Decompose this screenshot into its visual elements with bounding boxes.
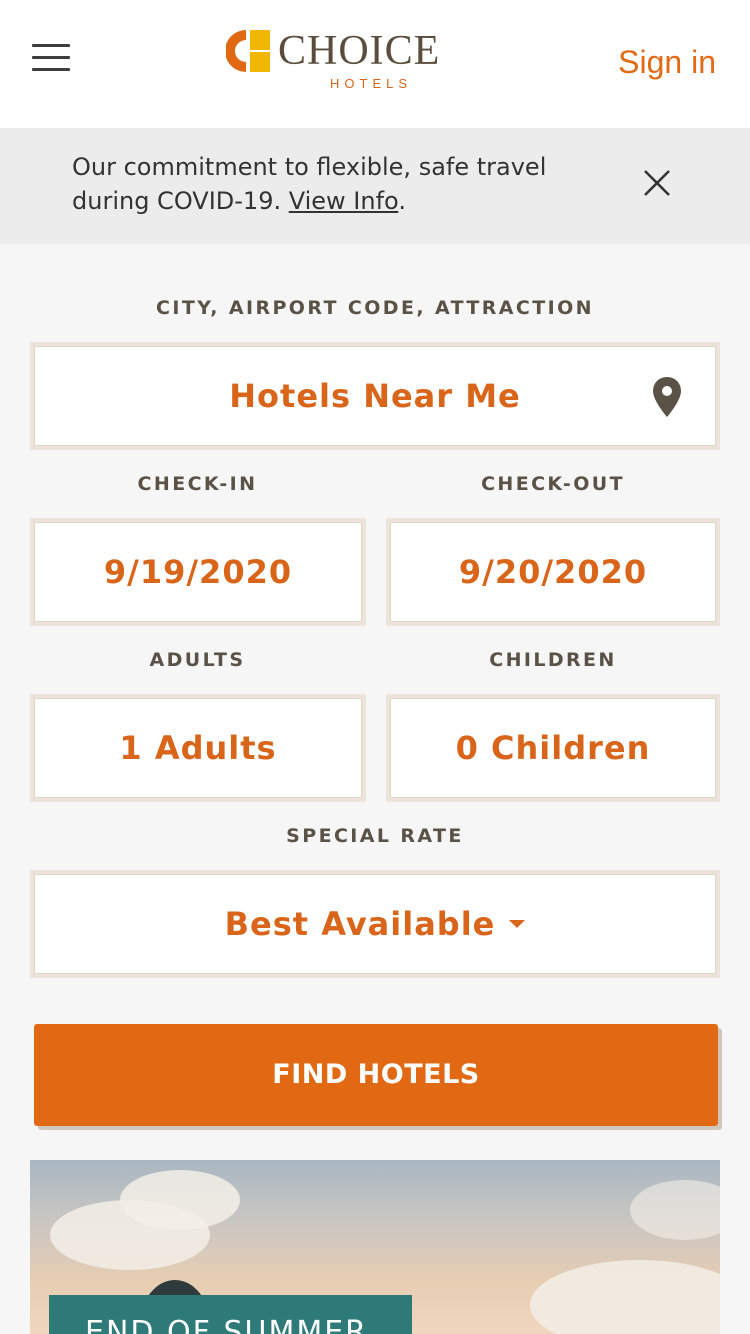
checkin-field[interactable]: 9/19/2020 [30, 518, 366, 626]
close-icon[interactable] [640, 166, 674, 200]
banner-message: Our commitment to flexible, safe travel … [72, 150, 612, 218]
caret-down-icon [509, 920, 526, 928]
destination-value: Hotels Near Me [229, 377, 521, 415]
covid-banner: Our commitment to flexible, safe travel … [0, 128, 750, 244]
checkout-field[interactable]: 9/20/2020 [386, 518, 720, 626]
destination-label: CITY, AIRPORT CODE, ATTRACTION [156, 297, 594, 319]
banner-suffix: . [398, 187, 406, 215]
promo-banner[interactable]: END OF SUMMER [30, 1160, 720, 1334]
header: CHOICE HOTELS Sign in [0, 0, 750, 128]
checkin-label: CHECK-IN [137, 473, 258, 495]
special-rate-select[interactable]: Best Available [30, 870, 720, 978]
children-value: 0 Children [455, 729, 651, 767]
promo-cloud [120, 1170, 240, 1230]
sign-in-link[interactable]: Sign in [618, 44, 716, 81]
special-rate-value-wrap: Best Available [34, 905, 716, 943]
logo-mark-icon [226, 30, 270, 72]
children-field[interactable]: 0 Children [386, 694, 720, 802]
special-rate-value: Best Available [224, 905, 496, 943]
adults-value: 1 Adults [119, 729, 277, 767]
find-hotels-button[interactable]: FIND HOTELS [34, 1024, 718, 1126]
special-rate-label: SPECIAL RATE [286, 825, 464, 847]
checkout-value: 9/20/2020 [458, 553, 648, 591]
choice-hotels-logo[interactable]: CHOICE HOTELS [226, 28, 466, 92]
menu-icon[interactable] [32, 44, 70, 72]
checkin-value: 9/19/2020 [103, 553, 293, 591]
promo-cloud [530, 1260, 720, 1334]
logo-wordmark: CHOICE [278, 28, 441, 74]
adults-field[interactable]: 1 Adults [30, 694, 366, 802]
logo-subtitle: HOTELS [330, 76, 413, 91]
location-pin-icon[interactable] [652, 376, 682, 418]
children-label: CHILDREN [489, 649, 617, 671]
adults-label: ADULTS [149, 649, 246, 671]
checkout-label: CHECK-OUT [481, 473, 625, 495]
destination-field[interactable]: Hotels Near Me [30, 342, 720, 450]
view-info-link[interactable]: View Info [289, 187, 399, 215]
promo-cloud [630, 1180, 720, 1240]
promo-tag: END OF SUMMER [49, 1295, 412, 1334]
